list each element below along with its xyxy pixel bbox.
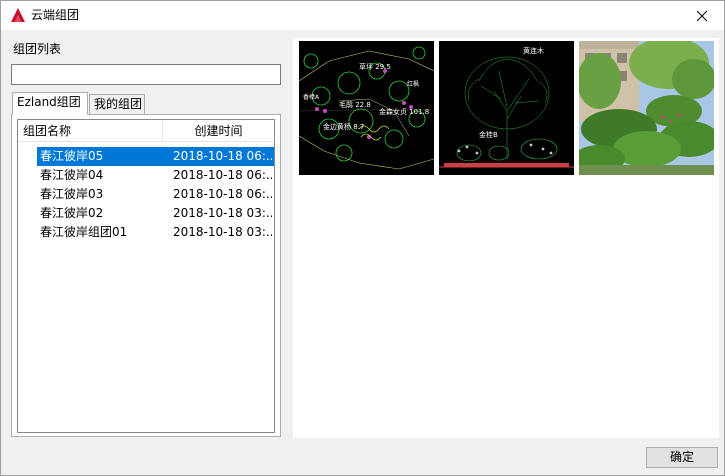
row-time: 2018-10-18 06:... bbox=[173, 149, 272, 163]
plan-label: 毛鹃 22.8 bbox=[339, 100, 371, 109]
list-row[interactable]: 春江彼岸04 2018-10-18 06:... bbox=[37, 166, 274, 185]
row-time: 2018-10-18 06:... bbox=[173, 168, 272, 182]
row-name: 春江彼岸02 bbox=[40, 206, 104, 220]
row-name: 春江彼岸组团01 bbox=[40, 225, 128, 239]
autocad-a-icon bbox=[10, 7, 26, 23]
column-header-time[interactable]: 创建时间 bbox=[163, 120, 274, 142]
plan-label: 金边黄杨 8.7 bbox=[323, 122, 364, 131]
photo-thumbnail[interactable] bbox=[579, 41, 714, 175]
window-title: 云端组团 bbox=[31, 8, 80, 22]
row-time: 2018-10-18 03:... bbox=[173, 225, 272, 239]
tab-my-groups[interactable]: 我的组团 bbox=[89, 94, 145, 114]
elevation-thumbnail[interactable]: 黄连木 金桂B bbox=[439, 41, 574, 175]
list-header: 组团名称 创建时间 bbox=[18, 120, 274, 142]
list-row[interactable]: 春江彼岸02 2018-10-18 03:... bbox=[37, 204, 274, 223]
list-row[interactable]: 春江彼岸03 2018-10-18 06:... bbox=[37, 185, 274, 204]
group-search-input[interactable] bbox=[11, 64, 281, 85]
dialog-window: 云端组团 组团列表 Ezland组团 我的组团 组团名称 创建时间 春江彼岸05… bbox=[0, 0, 725, 476]
close-button[interactable] bbox=[679, 1, 724, 30]
plan-label: 金森女贞 101.8 bbox=[379, 107, 429, 116]
plan-label: 草坪 29.5 bbox=[359, 62, 391, 71]
plan-label: 香樟A bbox=[303, 93, 320, 101]
tab-ezland-groups[interactable]: Ezland组团 bbox=[12, 92, 88, 115]
tab-panel: 组团名称 创建时间 春江彼岸05 2018-10-18 06:... 春江彼岸0… bbox=[11, 114, 281, 437]
group-list-label: 组团列表 bbox=[13, 42, 62, 56]
row-name: 春江彼岸05 bbox=[40, 149, 104, 163]
ok-button[interactable]: 确定 bbox=[646, 447, 718, 468]
row-name: 春江彼岸03 bbox=[40, 187, 104, 201]
close-icon bbox=[696, 10, 707, 21]
elevation-label: 金桂B bbox=[479, 130, 498, 139]
preview-area: 草坪 29.5 毛鹃 22.8 金森女贞 101.8 金边黄杨 8.7 香樟A … bbox=[293, 38, 719, 438]
plan-thumbnail[interactable]: 草坪 29.5 毛鹃 22.8 金森女贞 101.8 金边黄杨 8.7 香樟A … bbox=[299, 41, 434, 175]
elevation-label: 黄连木 bbox=[523, 46, 544, 55]
row-name: 春江彼岸04 bbox=[40, 168, 104, 182]
list-row[interactable]: 春江彼岸05 2018-10-18 06:... bbox=[37, 147, 274, 166]
group-list-view[interactable]: 组团名称 创建时间 春江彼岸05 2018-10-18 06:... 春江彼岸0… bbox=[17, 119, 275, 433]
list-row[interactable]: 春江彼岸组团01 2018-10-18 03:... bbox=[37, 223, 274, 242]
row-time: 2018-10-18 06:... bbox=[173, 187, 272, 201]
column-header-name[interactable]: 组团名称 bbox=[18, 120, 163, 142]
plan-label: 红枫 bbox=[407, 80, 419, 88]
row-time: 2018-10-18 03:... bbox=[173, 206, 272, 220]
title-bar: 云端组团 bbox=[1, 1, 724, 30]
